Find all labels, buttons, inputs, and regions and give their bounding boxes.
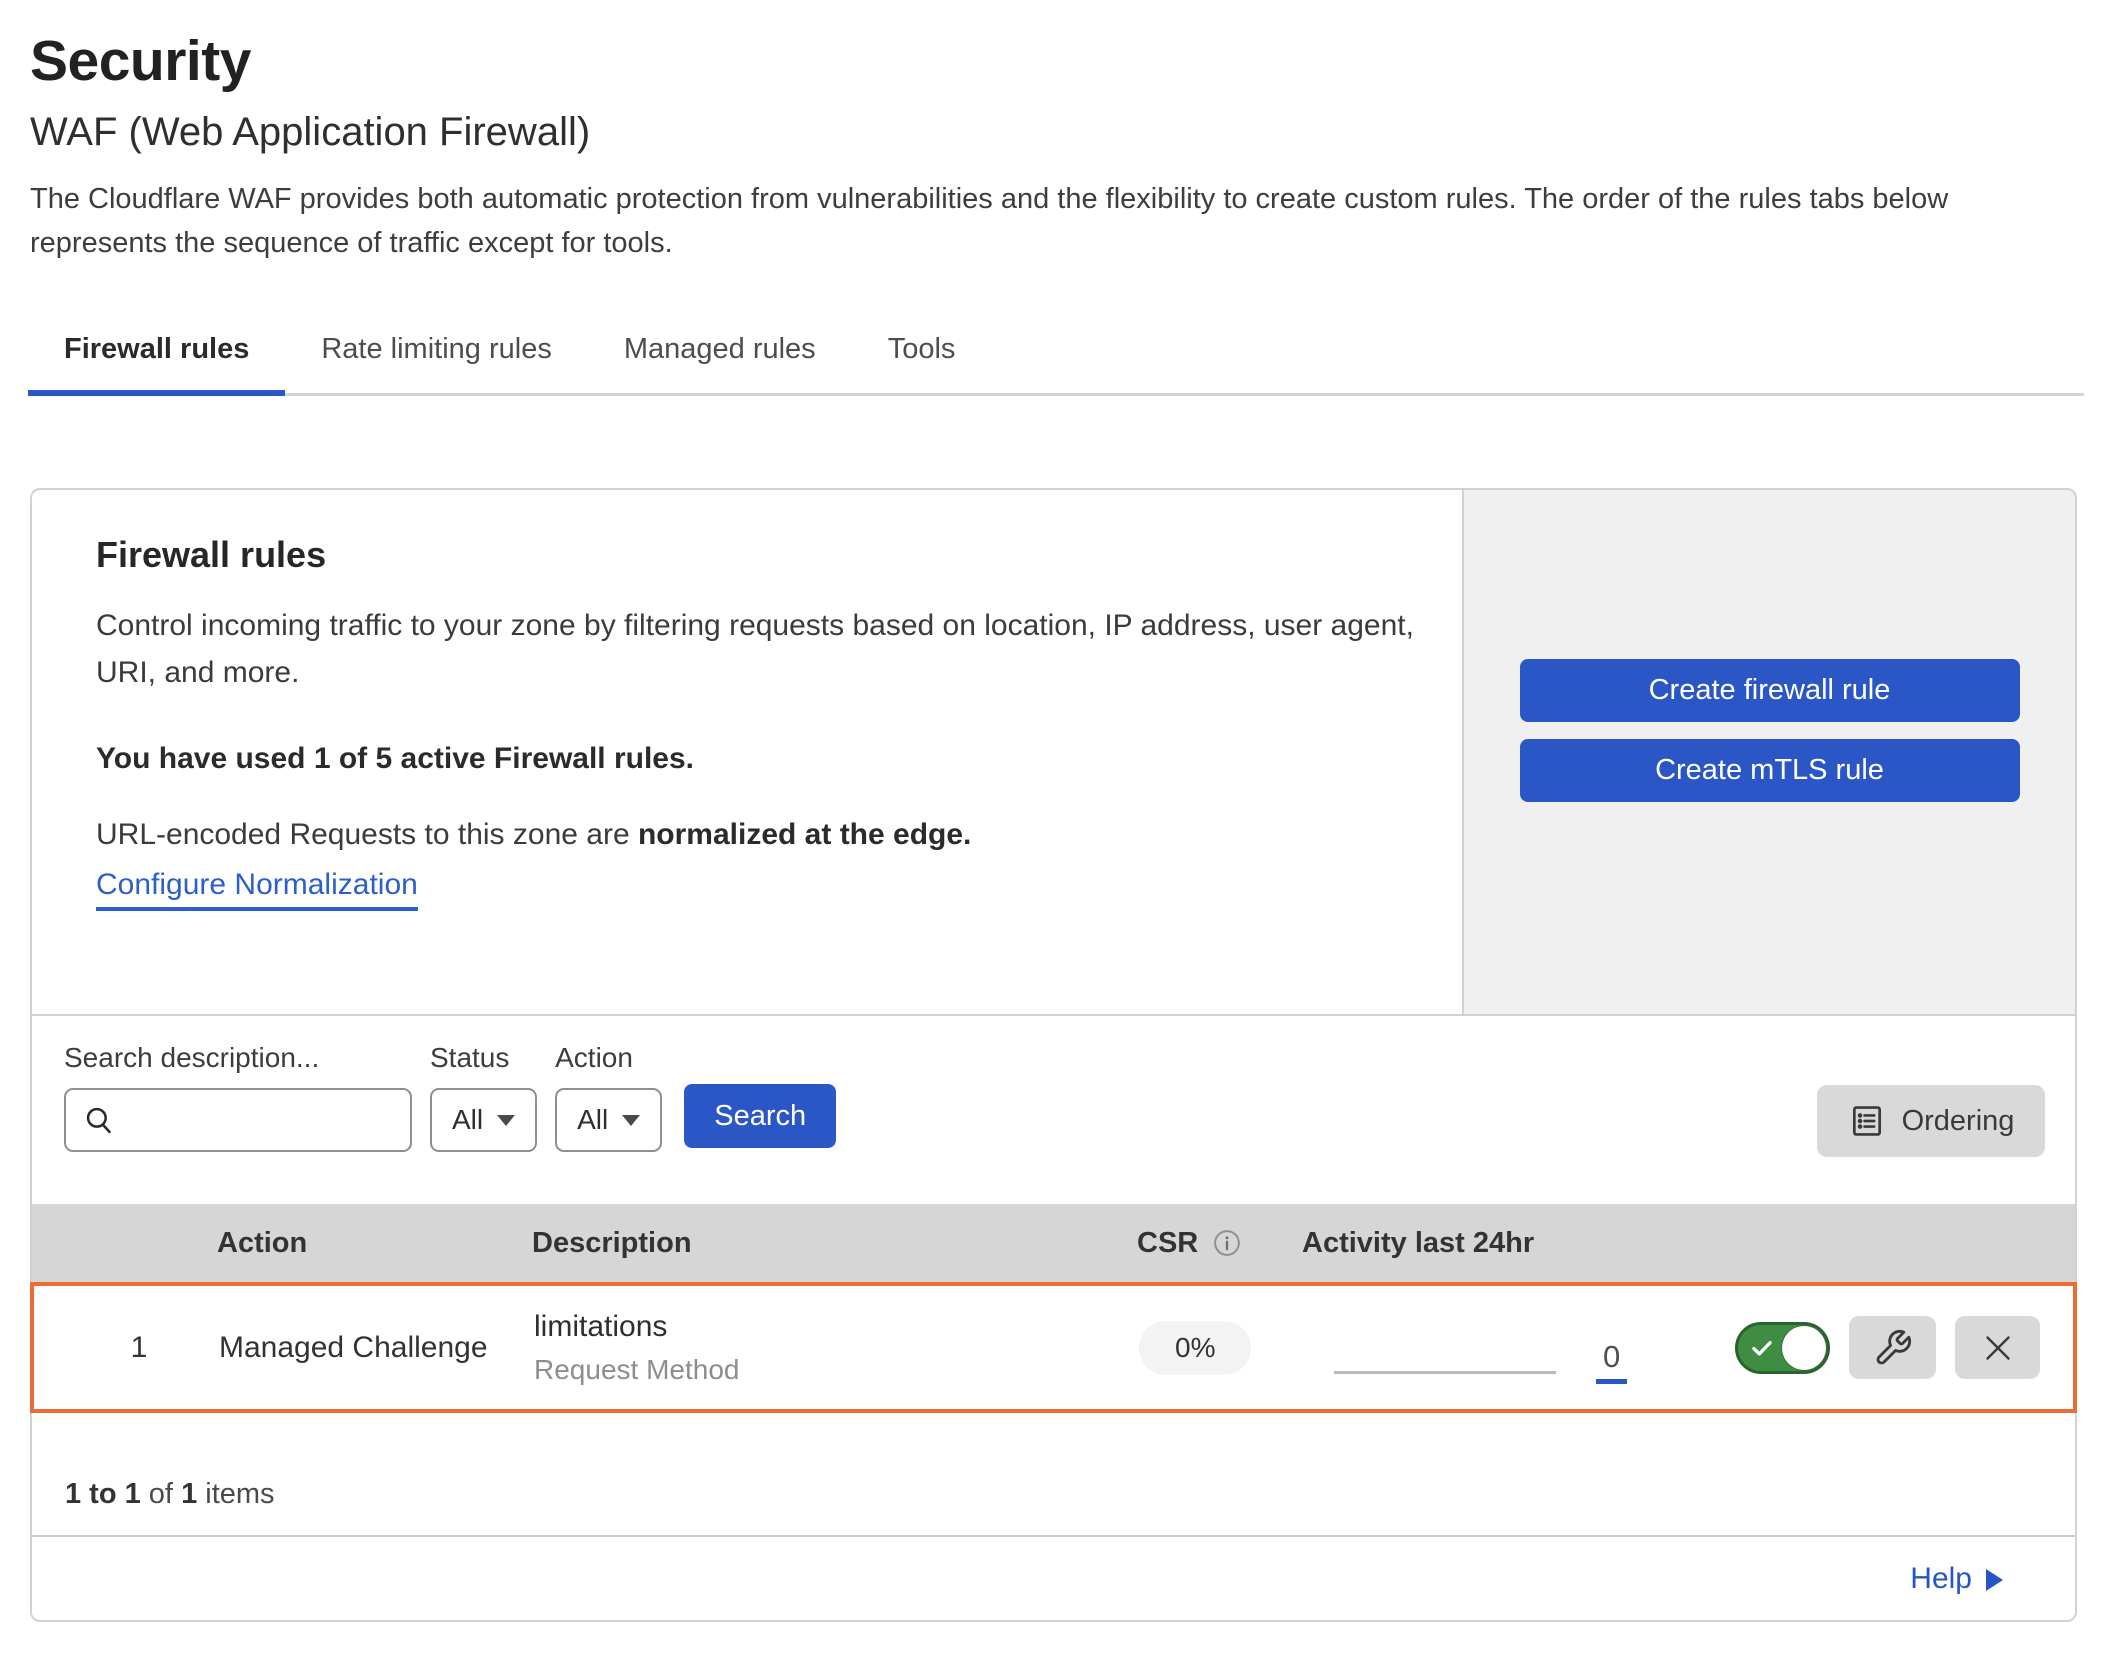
card-top-section: Firewall rules Control incoming traffic … (32, 490, 2075, 1016)
ordered-list-icon (1848, 1102, 1886, 1140)
usage-summary: You have used 1 of 5 active Firewall rul… (96, 742, 1422, 776)
search-box[interactable] (64, 1088, 412, 1152)
status-filter-group: Status All (430, 1042, 537, 1152)
edit-rule-button[interactable] (1849, 1316, 1936, 1379)
action-filter-group: Action All (555, 1042, 662, 1152)
action-dropdown-value: All (577, 1104, 608, 1136)
tab-firewall-rules[interactable]: Firewall rules (28, 327, 285, 393)
url-note-bold: normalized at the edge. (638, 818, 971, 851)
rule-controls (1724, 1316, 2073, 1379)
card-description: Control incoming traffic to your zone by… (96, 602, 1422, 696)
page-header: Security WAF (Web Application Firewall) … (30, 28, 2077, 265)
items-range: 1 to 1 (65, 1478, 141, 1511)
url-normalization-note: URL-encoded Requests to this zone are no… (96, 818, 1422, 852)
column-header-csr: CSR (1092, 1227, 1302, 1260)
firewall-rules-card: Firewall rules Control incoming traffic … (30, 488, 2077, 1622)
check-icon (1749, 1335, 1775, 1361)
page-subtitle: WAF (Web Application Firewall) (30, 110, 2077, 155)
wrench-icon (1873, 1328, 1913, 1368)
firewall-rules-info: Firewall rules Control incoming traffic … (32, 490, 1462, 1014)
configure-normalization-link[interactable]: Configure Normalization (96, 868, 418, 911)
card-actions-panel: Create firewall rule Create mTLS rule (1462, 490, 2075, 1014)
firewall-rule-row[interactable]: 1 Managed Challenge limitations Request … (30, 1282, 2077, 1413)
create-firewall-rule-button[interactable]: Create firewall rule (1520, 659, 2020, 722)
table-header: Action Description CSR Activity last 24h… (32, 1204, 2075, 1282)
status-label: Status (430, 1042, 537, 1074)
page-title: Security (30, 28, 2077, 94)
chevron-down-icon (622, 1115, 640, 1126)
chevron-down-icon (497, 1115, 515, 1126)
delete-rule-button[interactable] (1955, 1316, 2040, 1379)
rule-priority-number: 1 (81, 1331, 148, 1365)
rule-description-cell: limitations Request Method (534, 1310, 1094, 1386)
help-link-label: Help (1910, 1562, 1972, 1596)
toggle-knob (1782, 1326, 1826, 1370)
action-label: Action (555, 1042, 662, 1074)
items-suffix: items (197, 1478, 274, 1511)
csr-badge: 0% (1139, 1321, 1251, 1375)
rule-enabled-toggle[interactable] (1735, 1322, 1830, 1374)
url-note-text: URL-encoded Requests to this zone are (96, 818, 638, 851)
tab-managed-rules[interactable]: Managed rules (588, 327, 852, 393)
rule-action-value: Managed Challenge (194, 1331, 534, 1365)
rule-csr-cell: 0% (1094, 1321, 1304, 1375)
search-button[interactable]: Search (684, 1084, 836, 1148)
filter-bar: Search description... Status All Action (32, 1016, 2075, 1204)
page-description: The Cloudflare WAF provides both automat… (30, 177, 2060, 265)
card-heading: Firewall rules (96, 534, 1422, 576)
search-group: Search description... (64, 1042, 412, 1152)
pagination-summary: 1 to 1 of 1 items (32, 1413, 2075, 1537)
rule-description: limitations (534, 1310, 1094, 1344)
help-bar: Help (32, 1537, 2075, 1620)
search-icon (82, 1103, 116, 1137)
tab-rate-limiting-rules[interactable]: Rate limiting rules (285, 327, 587, 393)
column-header-activity: Activity last 24hr (1302, 1227, 1722, 1260)
rule-match-field: Request Method (534, 1354, 1094, 1386)
status-dropdown-value: All (452, 1104, 483, 1136)
column-header-action: Action (192, 1227, 532, 1260)
csr-header-label: CSR (1137, 1227, 1198, 1260)
items-of: of (141, 1478, 181, 1511)
items-total: 1 (181, 1478, 197, 1511)
activity-sparkline (1334, 1371, 1556, 1374)
rule-activity-cell: 0 (1304, 1312, 1724, 1384)
column-header-description: Description (532, 1227, 1092, 1260)
tab-tools[interactable]: Tools (852, 327, 992, 393)
ordering-button-label: Ordering (1902, 1105, 2015, 1138)
activity-count-link[interactable]: 0 (1596, 1341, 1627, 1384)
action-dropdown[interactable]: All (555, 1088, 662, 1152)
ordering-button[interactable]: Ordering (1817, 1085, 2045, 1157)
info-icon[interactable] (1212, 1228, 1242, 1258)
search-label: Search description... (64, 1042, 412, 1074)
help-link[interactable]: Help (1910, 1562, 2003, 1596)
search-input[interactable] (126, 1104, 396, 1136)
status-dropdown[interactable]: All (430, 1088, 537, 1152)
create-mtls-rule-button[interactable]: Create mTLS rule (1520, 739, 2020, 802)
close-icon (1980, 1330, 2016, 1366)
caret-right-icon (1986, 1569, 2003, 1591)
tab-bar: Firewall rules Rate limiting rules Manag… (28, 327, 2084, 396)
